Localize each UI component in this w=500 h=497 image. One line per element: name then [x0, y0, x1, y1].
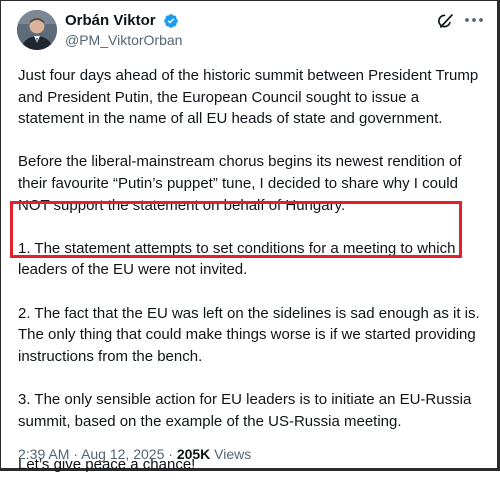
grok-icon[interactable]: [437, 12, 455, 30]
views-count: 205K: [176, 446, 211, 462]
author-name[interactable]: Orbán Viktor: [65, 11, 156, 30]
meta-separator: ·: [73, 446, 78, 462]
tweet-paragraph: Before the liberal-mainstream chorus beg…: [18, 153, 462, 214]
tweet-paragraph: 3. The only sensible action for EU leade…: [18, 390, 472, 430]
avatar[interactable]: [17, 10, 57, 50]
tweet-time[interactable]: 2:39 AM: [18, 446, 69, 462]
author-handle[interactable]: @PM_ViktorOrban: [65, 31, 182, 49]
tweet-meta: 2:39 AM · Aug 12, 2025 · 205K Views: [18, 445, 251, 463]
meta-separator: ·: [168, 446, 173, 462]
tweet-text: Just four days ahead of the historic sum…: [18, 65, 488, 497]
tweet-date[interactable]: Aug 12, 2025: [81, 446, 164, 462]
author-block: Orbán Viktor @PM_ViktorOrban: [65, 11, 182, 49]
tweet-paragraph: 2. The fact that the EU was left on the …: [18, 304, 480, 365]
tweet-card: Orbán Viktor @PM_ViktorOrban Just four d…: [0, 0, 500, 473]
tweet-paragraph-highlighted: 1. The statement attempts to set conditi…: [18, 239, 456, 279]
verified-badge-icon: [163, 13, 179, 29]
tweet-header: Orbán Viktor @PM_ViktorOrban: [13, 10, 489, 54]
tweet-paragraph: Just four days ahead of the historic sum…: [18, 67, 479, 128]
more-options-icon[interactable]: [463, 10, 485, 30]
views-label: Views: [214, 446, 252, 462]
